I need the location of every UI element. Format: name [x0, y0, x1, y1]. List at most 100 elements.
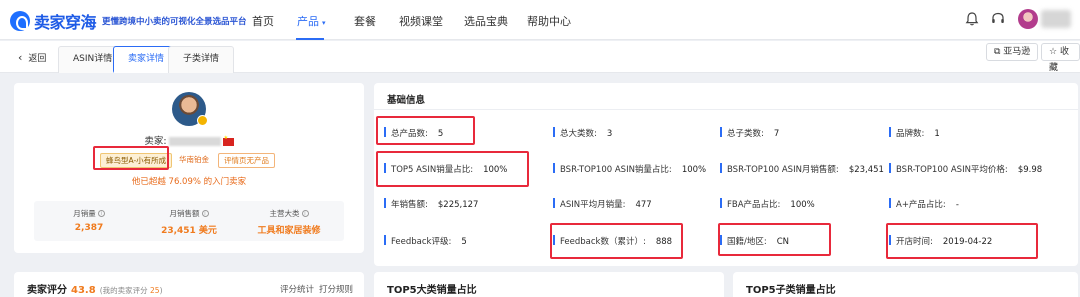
seller-profile-card: 卖家: 蜂鸟型A-小有所成 华南铂金 评情页无产品 他已超越 76.09% 的入… — [14, 83, 364, 253]
highlight-box — [376, 116, 475, 145]
nav-products-label: 产品 — [297, 15, 319, 28]
stat-monthly-sales-label: 月销量 — [73, 209, 96, 218]
metric-aplus-share: A+产品占比: - — [889, 198, 959, 210]
metric-label: BSR-TOP100 ASIN月销售额: — [727, 165, 839, 175]
seller-stats-panel: 月销量 i 2,387 月销售额 i 23,451 美元 主营大类 i 工具和家居装修 — [34, 201, 344, 241]
metric-label: 总大类数: — [560, 129, 597, 139]
accent-bar — [889, 127, 891, 137]
nav-products[interactable]: 产品 ▾ — [297, 13, 326, 29]
stat-monthly-revenue: 月销售额 i 23,451 美元 — [139, 208, 239, 236]
seller-ranking-text: 他已超越 76.09% 的入门卖家 — [131, 177, 247, 187]
metric-label: BSR-TOP100 ASIN销量占比: — [560, 165, 672, 175]
chevron-left-icon: ‹ — [18, 51, 23, 64]
metric-value: 477 — [635, 200, 652, 210]
highlight-box — [376, 151, 529, 187]
accent-bar — [720, 127, 722, 137]
metric-label: ASIN平均月销量: — [560, 200, 626, 210]
china-flag-icon — [222, 135, 234, 146]
metric-bsr-top100-avg-price: BSR-TOP100 ASIN平均价格: $9.98 — [889, 163, 1042, 175]
metric-value: 1 — [934, 129, 940, 139]
user-avatar[interactable] — [1018, 9, 1038, 29]
region-tier-tag: 华南铂金 — [179, 155, 209, 164]
seller-score-title: 卖家评分 43.8 (我的卖家评分 25) — [27, 281, 163, 296]
divider — [374, 109, 1078, 110]
metric-value: 5 — [461, 237, 467, 247]
accent-bar — [889, 163, 891, 173]
metric-value: 3 — [606, 129, 613, 139]
chevron-down-icon: ▾ — [322, 19, 326, 27]
info-icon[interactable]: i — [97, 210, 105, 217]
stat-main-category: 主营大类 i 工具和家居装修 — [239, 208, 339, 236]
favorite-button[interactable]: ☆ 收藏 — [1041, 43, 1080, 73]
detail-page-tag: 评情页无产品 — [218, 153, 275, 168]
tab-subcategory-detail[interactable]: 子类详情 — [168, 46, 235, 73]
top5-subcategory-title: TOP5子类销量占比 — [746, 285, 836, 296]
basic-info-title: 基础信息 — [387, 95, 426, 106]
my-score: (我的卖家评分 25) — [100, 286, 163, 295]
accent-bar — [720, 163, 722, 173]
logo-slogan: 更懂跨境中小卖的可视化全景选品平台 — [102, 17, 247, 27]
seller-name-redacted — [168, 137, 221, 146]
my-score-prefix: (我的卖家评分 — [99, 286, 148, 295]
info-icon[interactable]: i — [301, 210, 309, 217]
back-button[interactable]: ‹ 返回 — [18, 51, 46, 64]
metric-label: BSR-TOP100 ASIN平均价格: — [896, 165, 1008, 175]
accent-bar — [553, 127, 555, 137]
metric-total-categories: 总大类数: 3 — [553, 127, 612, 139]
accent-bar — [720, 198, 722, 208]
scoring-rules-link[interactable]: 打分规则 — [319, 283, 353, 295]
metric-label: Feedback评级: — [391, 237, 452, 247]
metric-fba-share: FBA产品占比: 100% — [720, 198, 815, 210]
bell-icon[interactable] — [964, 11, 980, 27]
metric-label: 年销售额: — [391, 200, 428, 210]
metric-annual-revenue: 年销售额: $225,127 — [384, 198, 478, 210]
nav-home[interactable]: 首页 — [252, 13, 274, 29]
logo-mark-icon — [10, 11, 30, 31]
nav-selection-guide[interactable]: 选品宝典 — [464, 13, 508, 29]
star-icon: ☆ — [1049, 47, 1060, 57]
amazon-button[interactable]: ⧉ 亚马逊 — [986, 43, 1039, 61]
metric-value: 100% — [681, 165, 707, 175]
accent-bar — [553, 198, 555, 208]
nav-help-center[interactable]: 帮助中心 — [527, 13, 571, 29]
info-icon[interactable]: i — [201, 210, 209, 217]
highlight-box — [886, 223, 1038, 259]
my-score-suffix: ) — [159, 286, 163, 295]
stat-monthly-revenue-value: 23,451 美元 — [161, 226, 217, 236]
score-value: 43.8 — [71, 285, 96, 296]
metric-bsr-top100-share: BSR-TOP100 ASIN销量占比: 100% — [553, 163, 706, 175]
stat-monthly-revenue-label: 月销售额 — [169, 209, 200, 218]
nav-video-course[interactable]: 视频课堂 — [399, 13, 443, 29]
metric-value: 100% — [790, 200, 815, 210]
accent-bar — [384, 198, 386, 208]
metric-label: 总子类数: — [727, 129, 764, 139]
metric-asin-avg-monthly-sales: ASIN平均月销量: 477 — [553, 198, 652, 210]
headset-icon[interactable] — [990, 11, 1006, 27]
metric-label: A+产品占比: — [896, 200, 946, 210]
nav-active-indicator — [296, 38, 324, 40]
seller-name-line: 卖家: — [14, 133, 364, 147]
stat-monthly-sales: 月销量 i 2,387 — [39, 208, 139, 233]
logo[interactable]: 卖家穿海 更懂跨境中小卖的可视化全景选品平台 — [10, 9, 247, 33]
accent-bar — [889, 198, 891, 208]
metric-value: $23,451 — [848, 165, 884, 175]
metric-value: $225,127 — [437, 200, 479, 210]
score-statistics-link[interactable]: 评分统计 — [280, 283, 314, 295]
accent-bar — [384, 235, 386, 245]
highlight-box — [718, 223, 831, 256]
metric-value: $9.98 — [1017, 165, 1043, 175]
nav-packages[interactable]: 套餐 — [354, 13, 376, 29]
stat-main-category-value: 工具和家居装修 — [257, 226, 321, 236]
stat-main-category-label: 主营大类 — [269, 209, 300, 218]
metric-feedback-rating: Feedback评级: 5 — [384, 235, 467, 247]
stat-monthly-sales-value: 2,387 — [74, 223, 104, 233]
score-title-label: 卖家评分 — [27, 285, 67, 296]
verified-badge-icon — [197, 115, 208, 126]
highlight-box — [550, 223, 683, 259]
metric-label: 品牌数: — [896, 129, 925, 139]
highlight-box — [93, 146, 169, 170]
user-name-redacted — [1041, 10, 1071, 28]
external-link-icon: ⧉ — [994, 47, 1004, 57]
logo-text: 卖家穿海 — [34, 13, 97, 32]
accent-bar — [553, 163, 555, 173]
